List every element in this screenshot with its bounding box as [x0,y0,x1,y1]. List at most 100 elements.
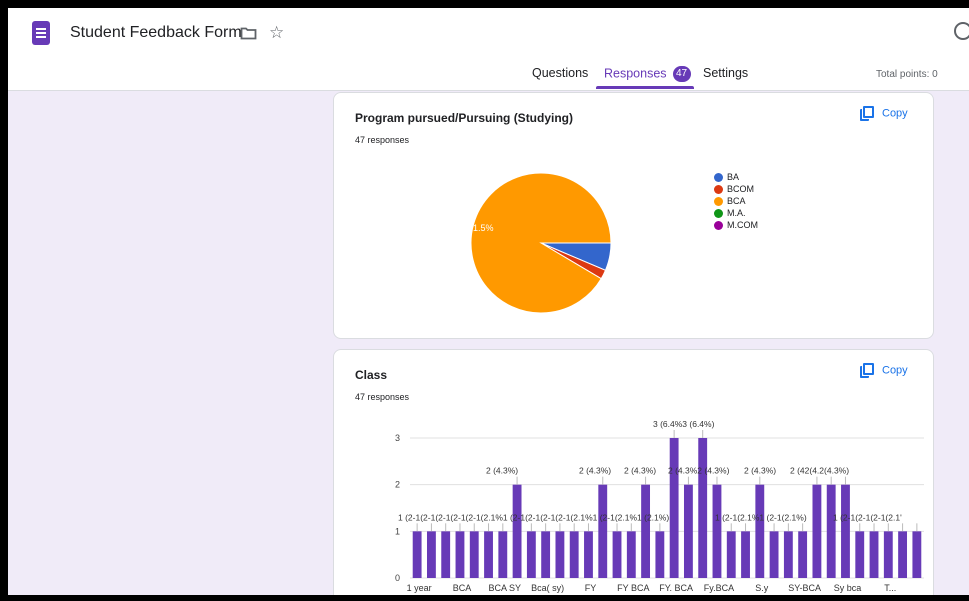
bar[interactable] [526,531,536,578]
y-tick-label: 2 [395,480,400,490]
bar[interactable] [569,531,579,578]
question-card-program: Program pursued/Pursuing (Studying) 47 r… [333,92,934,339]
bar-data-label: 2 (4.3%) [579,466,611,476]
bar[interactable] [655,531,665,578]
x-tick-label: Fy.BCA [704,583,734,593]
x-tick-label: T... [884,583,896,593]
bar[interactable] [855,531,865,578]
bar[interactable] [869,531,879,578]
pie-chart: 91.5% [468,172,612,314]
bar-data-label: 2 (4.3%) [744,466,776,476]
top-bar: Student Feedback Form ☆ Questions Respon… [8,8,969,91]
bar[interactable] [726,531,736,578]
bar-data-label: 1 (2‑1(2‑1(2‑1(2.1' [833,512,902,522]
forms-app-icon[interactable] [32,21,50,45]
bar[interactable] [783,531,793,578]
x-tick-label: SY-BCA [788,583,821,593]
bar[interactable] [812,484,822,578]
bar[interactable] [541,531,551,578]
bar[interactable] [555,531,565,578]
legend-item: BA [714,171,758,183]
bar[interactable] [669,438,679,578]
x-tick-label: BCA [453,583,472,593]
tab-settings[interactable]: Settings [703,66,748,80]
tab-questions[interactable]: Questions [532,66,588,80]
bar[interactable] [441,531,451,578]
bar-data-label: 3 (6.4%3 (6.4%) [653,419,715,429]
legend-swatch [714,185,723,195]
bar[interactable] [484,531,493,578]
bar[interactable] [712,484,722,578]
tab-responses-label: Responses [604,66,667,81]
bar[interactable] [426,531,436,578]
x-tick-label: FY. BCA [659,583,693,593]
bar[interactable] [455,531,465,578]
responses-count-badge: 47 [672,66,691,82]
forms-window: Student Feedback Form ☆ Questions Respon… [8,8,969,595]
question-card-class: Class 47 responses Copy 01231 (2‑1(2‑1(2… [333,349,934,595]
legend-label: BCOM [727,184,754,194]
bar[interactable] [755,484,765,578]
bar[interactable] [612,531,622,578]
bar[interactable] [898,531,908,578]
bar[interactable] [598,484,608,578]
bar[interactable] [626,531,636,578]
bar[interactable] [641,484,651,578]
bar-data-label: 1 (2‑1(2.1%1 (2‑1(2.1%) [715,512,807,522]
x-tick-label: 1 year [407,583,432,593]
legend-label: M.A. [727,208,746,218]
legend-item: BCOM [714,183,758,195]
bar[interactable] [584,531,593,578]
legend-label: M.COM [727,220,758,230]
active-tab-indicator [596,86,694,89]
bar[interactable] [883,531,893,578]
bar[interactable] [841,484,850,578]
bar-data-label: 2 (4.3%) [624,466,656,476]
star-icon[interactable]: ☆ [269,23,284,43]
pie-slice-label: 91.5% [468,223,494,233]
help-icon[interactable] [954,22,969,40]
legend-label: BCA [727,196,746,206]
x-tick-label: BCA SY [489,583,522,593]
x-tick-label: Sy bca [834,583,862,593]
bar[interactable] [741,531,750,578]
bar-data-label: 2 (4.3%) [486,466,518,476]
tab-responses[interactable]: Responses 47 [604,66,691,82]
bar-data-label: 1 (2‑1(2‑1(2‑1(2‑1(2‑1(2.1%1 (2‑1(2‑1(2‑… [398,512,669,522]
bar[interactable] [512,484,522,578]
y-tick-label: 0 [395,573,400,583]
pie-legend: BA BCOM BCA M.A. M.COM [714,171,758,231]
legend-item: BCA [714,195,758,207]
legend-swatch [714,173,723,183]
bar[interactable] [912,531,922,578]
legend-item: M.COM [714,219,758,231]
tab-settings-label: Settings [703,66,749,80]
bar[interactable] [698,438,708,578]
total-points: Total points: 0 [876,69,938,80]
legend-item: M.A. [714,207,758,219]
bar[interactable] [826,484,836,578]
bar-data-label: 2 (4.3%2 (4.3%) [668,466,730,476]
bar-data-label: 2 (42(4.2(4.3%) [790,466,849,476]
bar-chart: 0 1 2 3 1 (2‑1(2‑1(2‑1(2‑1(2‑1(2.1%1 (2‑1(2‑… [395,419,924,593]
legend-label: BA [727,172,740,182]
bar[interactable] [769,531,779,578]
legend-swatch [714,221,723,231]
bar[interactable] [798,531,808,578]
x-tick-label: Bca( sy) [531,583,564,593]
y-tick-label: 3 [395,433,400,443]
form-title[interactable]: Student Feedback Form [70,24,242,42]
bar[interactable] [469,531,479,578]
legend-swatch [714,197,723,207]
x-tick-label: FY [585,583,597,593]
tab-questions-label: Questions [532,66,589,80]
pie-slice-bca[interactable] [470,172,612,314]
bar[interactable] [412,531,422,578]
x-tick-label: S.y [755,583,769,593]
bar[interactable] [683,484,693,578]
legend-swatch [714,209,723,219]
y-tick-label: 1 [395,526,400,536]
bar[interactable] [498,531,508,578]
x-tick-label: FY BCA [617,583,649,593]
folder-icon[interactable] [240,26,257,40]
